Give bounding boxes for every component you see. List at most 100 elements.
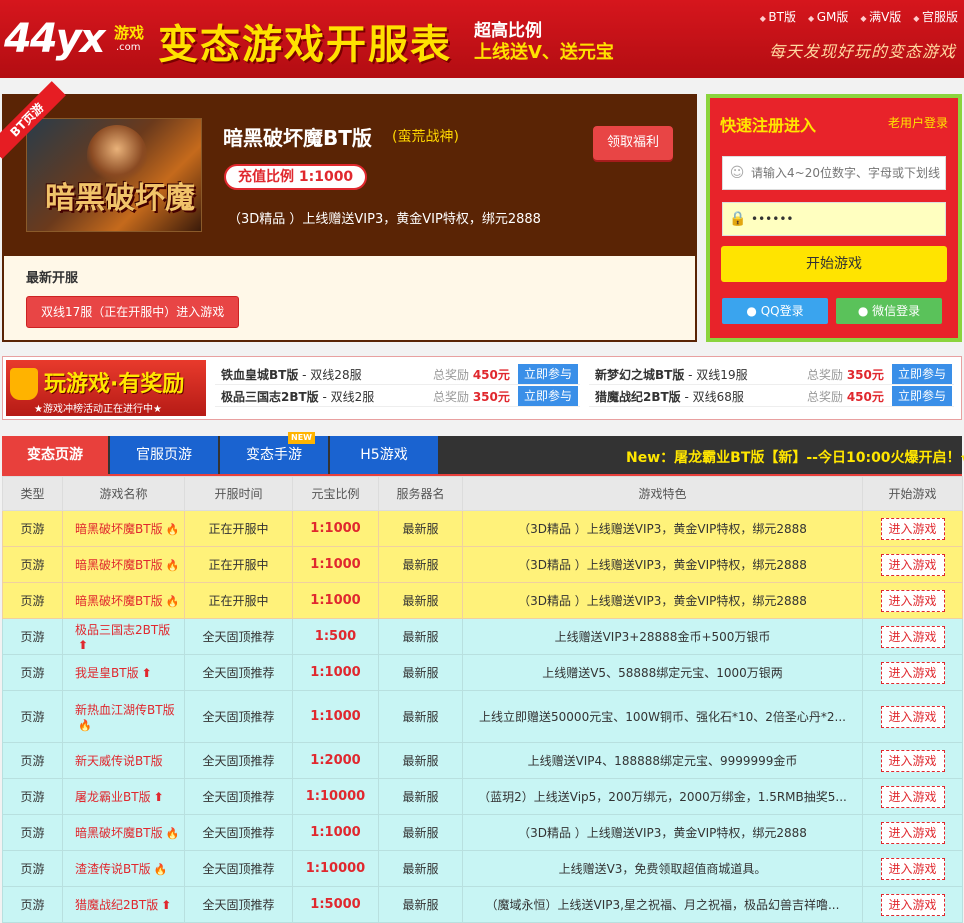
game-name-link[interactable]: 暗黑破坏魔BT版 xyxy=(75,594,163,608)
cell-open-time: 全天固顶推荐 xyxy=(184,742,293,779)
password-field[interactable]: 🔒 xyxy=(722,202,946,236)
cell-start: 进入游戏 xyxy=(862,582,963,619)
join-now-button[interactable]: 立即参与 xyxy=(518,386,578,406)
enter-game-button[interactable]: 进入游戏 xyxy=(880,893,945,916)
qq-login-button[interactable]: ● QQ登录 xyxy=(722,298,828,324)
cell-open-time: 全天固顶推荐 xyxy=(184,618,293,655)
cell-feature: 上线赠送V3，免费领取超值商城道具。 xyxy=(462,850,863,887)
enter-game-button[interactable]: 进入游戏 xyxy=(880,785,945,808)
promo-item: 极品三国志2BT版 - 双线2服 总奖励 350元 立即参与 xyxy=(215,385,580,407)
enter-game-button[interactable]: 进入游戏 xyxy=(880,857,945,880)
game-name-link[interactable]: 猎魔战纪2BT版 xyxy=(75,898,158,912)
cell-type: 页游 xyxy=(2,850,63,887)
logo-sub-text: 游戏 xyxy=(114,24,145,42)
col-server: 服务器名 xyxy=(378,476,463,511)
logo-domain-text: .com xyxy=(116,42,141,53)
game-name-link[interactable]: 我是皇BT版 xyxy=(75,666,139,680)
featured-game-title[interactable]: 暗黑破坏魔BT版 xyxy=(223,122,372,151)
reward-promo-strip: 玩游戏·有奖励 ★游戏冲榜活动正在进行中★ 铁血皇城BT版 - 双线28服 总奖… xyxy=(2,356,962,420)
cell-server: 最新服 xyxy=(378,690,463,743)
cell-open-time: 正在开服中 xyxy=(184,510,293,547)
enter-game-button[interactable]: 进入游戏 xyxy=(880,625,945,648)
game-name-link[interactable]: 新天威传说BT版 xyxy=(75,754,163,768)
game-name-link[interactable]: 暗黑破坏魔BT版 xyxy=(75,826,163,840)
old-user-login-link[interactable]: 老用户登录 xyxy=(888,114,948,131)
cell-type: 页游 xyxy=(2,690,63,743)
promo-game-name[interactable]: 极品三国志2BT版 xyxy=(221,390,319,404)
enter-game-button[interactable]: 进入游戏 xyxy=(880,821,945,844)
cell-type: 页游 xyxy=(2,582,63,619)
cell-open-time: 正在开服中 xyxy=(184,582,293,619)
cell-game-name: 渣渣传说BT版 🔥 xyxy=(62,850,185,887)
nav-bt[interactable]: BT版 xyxy=(760,8,796,25)
enter-game-button[interactable]: 进入游戏 xyxy=(880,705,945,728)
play-for-rewards-banner[interactable]: 玩游戏·有奖励 ★游戏冲榜活动正在进行中★ xyxy=(6,360,206,416)
cell-server: 最新服 xyxy=(378,742,463,779)
cell-game-name: 新热血江湖传BT版 🔥 xyxy=(62,690,185,743)
enter-server-button[interactable]: 双线17服（正在开服中）进入游戏 xyxy=(26,296,240,328)
cell-server: 最新服 xyxy=(378,510,463,547)
username-field[interactable]: ☺ xyxy=(722,156,946,190)
promo-game-name[interactable]: 铁血皇城BT版 xyxy=(221,368,298,382)
claim-welfare-button[interactable]: 领取福利 xyxy=(593,126,673,160)
news-marquee[interactable]: New：屠龙霸业BT版【新】--今日10:00火爆开启！√ xyxy=(626,447,964,467)
game-name-link[interactable]: 极品三国志2BT版 xyxy=(75,623,170,637)
fire-icon: 🔥 xyxy=(165,595,180,608)
cell-ratio: 1:10000 xyxy=(292,850,379,887)
cell-start: 进入游戏 xyxy=(862,850,963,887)
col-ratio: 元宝比例 xyxy=(292,476,379,511)
cell-game-name: 暗黑破坏魔BT版 🔥 xyxy=(62,814,185,851)
cell-open-time: 全天固顶推荐 xyxy=(184,814,293,851)
cell-start: 进入游戏 xyxy=(862,546,963,583)
server-list-table: 类型 游戏名称 开服时间 元宝比例 服务器名 游戏特色 开始游戏 页游 暗黑破坏魔… xyxy=(2,476,963,923)
game-name-link[interactable]: 屠龙霸业BT版 xyxy=(75,790,151,804)
cell-feature: （3D精品 ）上线赠送VIP3，黄金VIP特权，绑元2888 xyxy=(462,546,863,583)
promo-item: 猎魔战纪2BT版 - 双线68服 总奖励 450元 立即参与 xyxy=(589,385,954,407)
cell-game-name: 暗黑破坏魔BT版 🔥 xyxy=(62,546,185,583)
join-now-button[interactable]: 立即参与 xyxy=(518,364,578,384)
enter-game-button[interactable]: 进入游戏 xyxy=(880,517,945,540)
nav-manv[interactable]: 满V版 xyxy=(860,8,901,25)
cell-game-name: 屠龙霸业BT版 ⬆ xyxy=(62,778,185,815)
cell-type: 页游 xyxy=(2,886,63,923)
cell-type: 页游 xyxy=(2,618,63,655)
cell-game-name: 猎魔战纪2BT版 ⬆ xyxy=(62,886,185,923)
nav-gm[interactable]: GM版 xyxy=(808,8,849,25)
game-name-link[interactable]: 新热血江湖传BT版 xyxy=(75,703,175,717)
promo-game-name[interactable]: 新梦幻之城BT版 xyxy=(595,368,684,382)
start-game-button[interactable]: 开始游戏 xyxy=(721,246,947,282)
cell-server: 最新服 xyxy=(378,618,463,655)
wechat-login-button[interactable]: ● 微信登录 xyxy=(836,298,942,324)
cell-server: 最新服 xyxy=(378,814,463,851)
enter-game-button[interactable]: 进入游戏 xyxy=(880,553,945,576)
featured-game-image[interactable]: 暗黑破坏魔 xyxy=(26,118,202,232)
join-now-button[interactable]: 立即参与 xyxy=(892,386,952,406)
join-now-button[interactable]: 立即参与 xyxy=(892,364,952,384)
up-arrow-icon: ⬆ xyxy=(161,898,172,912)
cell-ratio: 1:2000 xyxy=(292,742,379,779)
enter-game-button[interactable]: 进入游戏 xyxy=(880,661,945,684)
enter-game-button[interactable]: 进入游戏 xyxy=(880,749,945,772)
user-icon: ☺ xyxy=(729,165,745,181)
game-name-link[interactable]: 暗黑破坏魔BT版 xyxy=(75,522,163,536)
cell-ratio: 1:1000 xyxy=(292,690,379,743)
header-motto: 每天发现好玩的变态游戏 xyxy=(768,42,956,61)
banner-sub-text: ★游戏冲榜活动正在进行中★ xyxy=(34,404,162,415)
nav-official[interactable]: 官服版 xyxy=(913,8,958,25)
table-row: 页游 渣渣传说BT版 🔥 全天固顶推荐 1:10000 最新服 上线赠送V3，免费领取超值商… xyxy=(2,850,963,887)
password-input[interactable] xyxy=(751,203,941,235)
promo-reward-amount: 350元 xyxy=(846,368,884,382)
username-input[interactable] xyxy=(751,157,941,189)
table-row: 页游 屠龙霸业BT版 ⬆ 全天固顶推荐 1:10000 最新服 （蓝玥2）上线送Vip5，2… xyxy=(2,778,963,815)
promo-game-name[interactable]: 猎魔战纪2BT版 xyxy=(595,390,681,404)
cell-start: 进入游戏 xyxy=(862,742,963,779)
game-name-link[interactable]: 渣渣传说BT版 xyxy=(75,862,151,876)
game-name-link[interactable]: 暗黑破坏魔BT版 xyxy=(75,558,163,572)
tab-bt-webgames[interactable]: 变态页游 xyxy=(2,436,108,474)
cell-type: 页游 xyxy=(2,814,63,851)
enter-game-button[interactable]: 进入游戏 xyxy=(880,589,945,612)
category-tabs: 变态页游 官服页游 变态手游 H5游戏 NEW New：屠龙霸业BT版【新】--… xyxy=(2,432,964,476)
tab-h5-games[interactable]: H5游戏 xyxy=(330,436,438,474)
site-logo[interactable]: 44yx 游戏 .com xyxy=(4,8,154,68)
tab-official-webgames[interactable]: 官服页游 xyxy=(110,436,218,474)
